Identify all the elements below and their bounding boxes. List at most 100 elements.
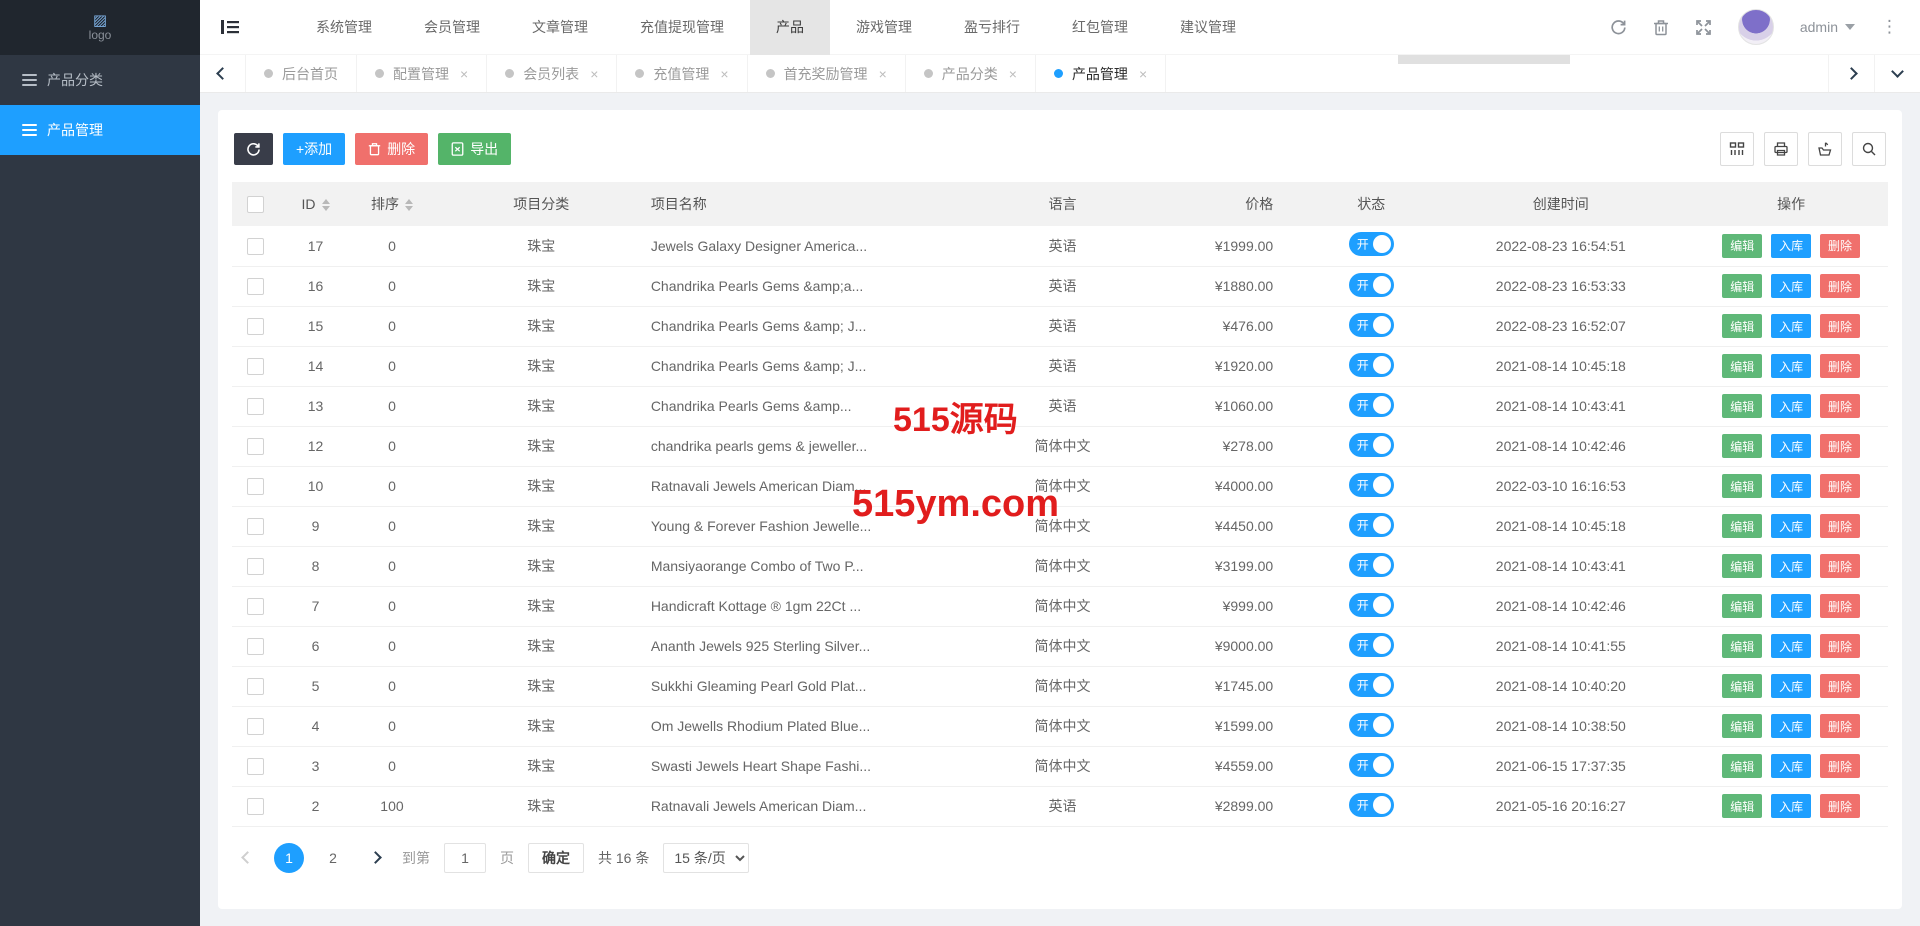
row-checkbox[interactable] xyxy=(246,397,264,415)
tab[interactable]: 会员列表 × xyxy=(487,55,618,92)
row-checkbox[interactable] xyxy=(246,317,264,335)
row-checkbox[interactable] xyxy=(246,477,264,495)
edit-button[interactable]: 编辑 xyxy=(1722,714,1763,738)
row-checkbox[interactable] xyxy=(246,277,264,295)
refresh-button[interactable] xyxy=(234,133,273,165)
tab-close-icon[interactable]: × xyxy=(1139,66,1147,82)
row-checkbox[interactable] xyxy=(246,597,264,615)
header-id[interactable]: ID xyxy=(278,182,353,226)
stock-in-button[interactable]: 入库 xyxy=(1771,274,1812,298)
edit-button[interactable]: 编辑 xyxy=(1722,594,1763,618)
status-toggle[interactable]: 开 xyxy=(1348,672,1394,697)
delete-button[interactable]: 删除 xyxy=(1820,274,1861,298)
nav-menu-item[interactable]: 建议管理 xyxy=(1154,0,1262,55)
row-checkbox[interactable] xyxy=(246,237,264,255)
status-toggle[interactable]: 开 xyxy=(1348,352,1394,377)
delete-button[interactable]: 删除 xyxy=(1820,794,1861,818)
stock-in-button[interactable]: 入库 xyxy=(1771,754,1812,778)
stock-in-button[interactable]: 入库 xyxy=(1771,594,1812,618)
stock-in-button[interactable]: 入库 xyxy=(1771,554,1812,578)
nav-menu-item[interactable]: 盈亏排行 xyxy=(938,0,1046,55)
delete-button[interactable]: 删除 xyxy=(1820,594,1861,618)
status-toggle[interactable]: 开 xyxy=(1348,752,1394,777)
row-checkbox[interactable] xyxy=(246,757,264,775)
tab[interactable]: 产品管理 × xyxy=(1036,55,1167,92)
sidebar-item[interactable]: 产品管理 xyxy=(0,105,200,155)
status-toggle[interactable]: 开 xyxy=(1348,432,1394,457)
delete-button[interactable]: 删除 xyxy=(1820,434,1861,458)
status-toggle[interactable]: 开 xyxy=(1348,632,1394,657)
stock-in-button[interactable]: 入库 xyxy=(1771,314,1812,338)
stock-in-button[interactable]: 入库 xyxy=(1771,474,1812,498)
sort-icons[interactable] xyxy=(404,199,413,212)
tab-close-icon[interactable]: × xyxy=(460,66,468,82)
export-button[interactable]: 导出 xyxy=(438,133,512,165)
stock-in-button[interactable]: 入库 xyxy=(1771,674,1812,698)
delete-button[interactable]: 删除 xyxy=(1820,674,1861,698)
status-toggle[interactable]: 开 xyxy=(1348,312,1394,337)
collapse-sidebar-icon[interactable] xyxy=(200,19,260,35)
delete-button[interactable]: 删除 xyxy=(1820,514,1861,538)
goto-page-input[interactable] xyxy=(444,842,486,873)
delete-button[interactable]: 删除 xyxy=(1820,754,1861,778)
select-all-header[interactable] xyxy=(232,182,279,226)
row-checkbox[interactable] xyxy=(246,517,264,535)
row-checkbox[interactable] xyxy=(246,557,264,575)
edit-button[interactable]: 编辑 xyxy=(1722,233,1763,258)
stock-in-button[interactable]: 入库 xyxy=(1771,714,1812,738)
header-sort[interactable]: 排序 xyxy=(352,182,432,226)
avatar[interactable] xyxy=(1737,9,1774,45)
page-number-button[interactable]: 1 xyxy=(274,842,304,873)
row-checkbox[interactable] xyxy=(246,677,264,695)
delete-button[interactable]: 删除 xyxy=(1820,634,1861,658)
tab-close-icon[interactable]: × xyxy=(879,66,887,82)
trash-icon[interactable] xyxy=(1653,19,1669,36)
tab-close-icon[interactable]: × xyxy=(720,66,728,82)
row-checkbox[interactable] xyxy=(246,717,264,735)
stock-in-button[interactable]: 入库 xyxy=(1771,434,1812,458)
goto-confirm-button[interactable]: 确定 xyxy=(528,842,584,873)
per-page-select[interactable]: 15 条/页 xyxy=(663,842,750,873)
delete-button[interactable]: 删除 xyxy=(1820,554,1861,578)
next-page-button[interactable] xyxy=(362,843,388,873)
refresh-icon[interactable] xyxy=(1610,19,1627,36)
edit-button[interactable]: 编辑 xyxy=(1722,434,1763,458)
stock-in-button[interactable]: 入库 xyxy=(1771,233,1812,258)
delete-button[interactable]: 删除 xyxy=(1820,474,1861,498)
row-checkbox[interactable] xyxy=(246,357,264,375)
edit-button[interactable]: 编辑 xyxy=(1722,754,1763,778)
nav-menu-item[interactable]: 系统管理 xyxy=(290,0,398,55)
nav-menu-item[interactable]: 充值提现管理 xyxy=(614,0,750,55)
tab[interactable]: 配置管理 × xyxy=(357,55,488,92)
nav-menu-item[interactable]: 会员管理 xyxy=(398,0,506,55)
status-toggle[interactable]: 开 xyxy=(1348,512,1394,537)
row-checkbox[interactable] xyxy=(246,437,264,455)
stock-in-button[interactable]: 入库 xyxy=(1771,394,1812,418)
edit-button[interactable]: 编辑 xyxy=(1722,394,1763,418)
tab-close-icon[interactable]: × xyxy=(1009,66,1017,82)
stock-in-button[interactable]: 入库 xyxy=(1771,514,1812,538)
select-all-checkbox[interactable] xyxy=(246,195,264,213)
user-menu[interactable]: admin xyxy=(1800,19,1855,35)
status-toggle[interactable]: 开 xyxy=(1348,592,1394,617)
stock-in-button[interactable]: 入库 xyxy=(1771,794,1812,818)
page-number-button[interactable]: 2 xyxy=(318,843,348,873)
more-menu-icon[interactable]: ⋮ xyxy=(1881,17,1898,37)
sort-icons[interactable] xyxy=(321,199,330,212)
edit-button[interactable]: 编辑 xyxy=(1722,514,1763,538)
edit-button[interactable]: 编辑 xyxy=(1722,354,1763,378)
sidebar-item[interactable]: 产品分类 xyxy=(0,55,200,105)
tabs-scroll-right-button[interactable] xyxy=(1828,55,1874,92)
prev-page-button[interactable] xyxy=(234,843,260,873)
edit-button[interactable]: 编辑 xyxy=(1722,274,1763,298)
status-toggle[interactable]: 开 xyxy=(1348,792,1394,817)
nav-menu-item[interactable]: 红包管理 xyxy=(1046,0,1154,55)
delete-button[interactable]: 删除 xyxy=(1820,714,1861,738)
status-toggle[interactable]: 开 xyxy=(1348,232,1394,257)
status-toggle[interactable]: 开 xyxy=(1348,272,1394,297)
row-checkbox[interactable] xyxy=(246,637,264,655)
tab-close-icon[interactable]: × xyxy=(590,66,598,82)
edit-button[interactable]: 编辑 xyxy=(1722,794,1763,818)
add-button[interactable]: +添加 xyxy=(283,133,346,165)
tab[interactable]: 产品分类 × xyxy=(906,55,1036,92)
